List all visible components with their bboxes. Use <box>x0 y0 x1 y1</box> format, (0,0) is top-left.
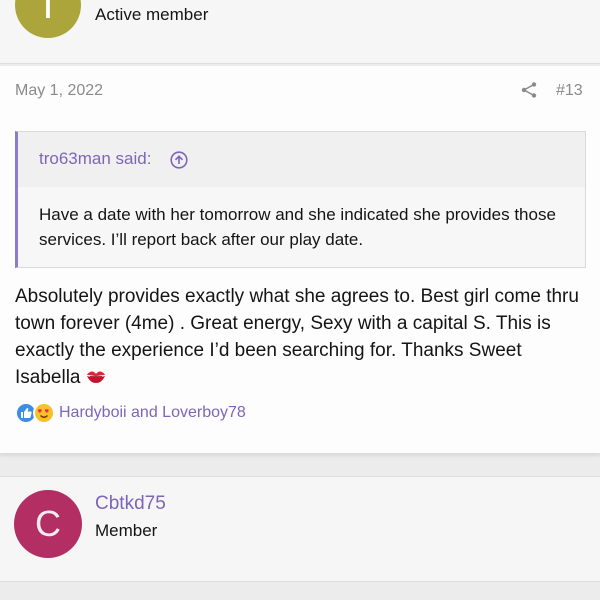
post-body: Absolutely provides exactly what she agr… <box>15 283 590 391</box>
quote-block: tro63man said: Have a date with her tomo… <box>15 131 586 268</box>
quote-author-link[interactable]: tro63man said: <box>39 149 151 169</box>
avatar-letters: C <box>35 503 61 544</box>
second-user-name-link[interactable]: Cbtkd75 <box>95 493 166 515</box>
post-date[interactable]: May 1, 2022 <box>15 82 103 100</box>
top-user-block: T Active member <box>0 0 600 64</box>
reaction-users-link[interactable]: Hardyboii and Loverboy78 <box>59 404 246 422</box>
arrow-up-circle-icon[interactable] <box>170 151 188 169</box>
avatar-letter: T <box>35 0 61 27</box>
kiss-mark-icon <box>86 371 105 383</box>
love-icon <box>33 402 55 424</box>
second-user-role: Member <box>95 521 158 540</box>
top-user-avatar[interactable]: T <box>15 0 81 38</box>
top-user-role: Active member <box>95 5 209 24</box>
second-user-avatar[interactable]: C <box>14 490 82 558</box>
quote-text: Have a date with her tomorrow and she in… <box>39 205 556 249</box>
post-13: May 1, 2022 #13 tro63man said: Have a da… <box>0 66 600 454</box>
second-user-block: C Cbtkd75 Member <box>0 476 600 582</box>
post-number-link[interactable]: #13 <box>556 82 583 100</box>
share-icon[interactable] <box>520 81 538 99</box>
reactions-bar[interactable]: Hardyboii and Loverboy78 <box>15 402 246 424</box>
